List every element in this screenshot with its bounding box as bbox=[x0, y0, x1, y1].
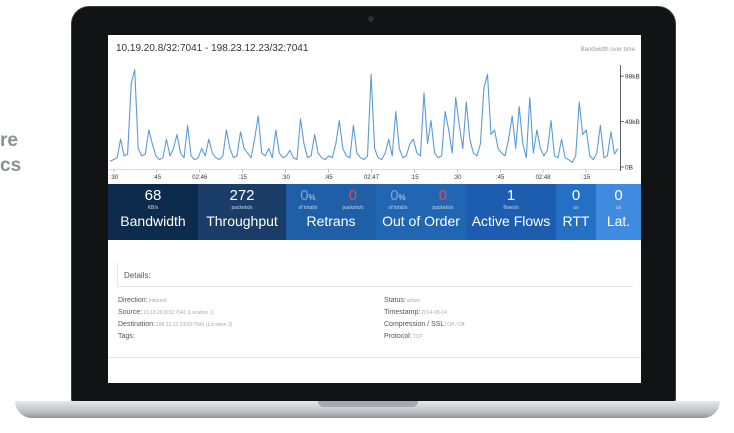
metric-throughput[interactable]: 272 packets/s Throughput bbox=[198, 184, 286, 240]
bandwidth-chart-svg: 98kB 49kB 0B :30 :45 02:46 :15 :30 :45 02:47 :15 :3… bbox=[108, 65, 640, 181]
out-of-order-percent: 0% of total/s bbox=[388, 188, 407, 212]
bandwidth-unit: KB/s bbox=[147, 205, 159, 211]
retrans-label: Retrans bbox=[306, 213, 356, 229]
bandwidth-series-line bbox=[109, 69, 619, 163]
x-tick-label: :45 bbox=[324, 175, 333, 181]
y-tick-label: 0B bbox=[625, 165, 633, 172]
laptop-screen: 10.19.20.8/32:7041 - 198.23.12.23/32:704… bbox=[108, 35, 641, 383]
throughput-unit: packets/s bbox=[231, 205, 253, 211]
direction-label: Direction: bbox=[118, 297, 148, 304]
out-of-order-packets-unit: packets/s bbox=[432, 205, 454, 211]
direction-value: Inbound bbox=[148, 298, 167, 304]
x-tick-label: :30 bbox=[453, 175, 462, 181]
retrans-packets-value: 0 bbox=[348, 187, 358, 204]
source-label: Source: bbox=[118, 309, 143, 316]
retrans-percent-value: 0 bbox=[300, 187, 309, 204]
retrans-packets-unit: packets/s bbox=[342, 205, 364, 211]
metrics-strip: 68 KB/s Bandwidth 272 packets/s Throughp… bbox=[108, 184, 641, 240]
metric-retrans[interactable]: 0% of total/s 0 packets/s Retrans bbox=[286, 184, 376, 240]
protocol-row: Protocol:TCP bbox=[384, 333, 423, 340]
source-value: 10.19.20.8/32:7041 (Location 1) bbox=[143, 310, 215, 316]
out-of-order-percent-symbol: % bbox=[398, 193, 406, 202]
compression-label: Compression / SSL: bbox=[384, 321, 447, 328]
latency-unit: us bbox=[615, 205, 622, 211]
x-tick-label: :30 bbox=[281, 175, 290, 181]
metric-bandwidth[interactable]: 68 KB/s Bandwidth bbox=[108, 184, 198, 240]
x-tick-label: 02:46 bbox=[192, 175, 208, 181]
laptop-lid: 10.19.20.8/32:7041 - 198.23.12.23/32:704… bbox=[71, 6, 676, 403]
bandwidth-chart[interactable]: 98kB 49kB 0B :30 :45 02:46 :15 :30 :45 02:47 :15 :3… bbox=[108, 55, 641, 183]
destination-value: 198.23.12.23/32:7041 (Location 2) bbox=[155, 322, 233, 328]
latency-label: Lat. bbox=[606, 213, 631, 229]
x-tick-label: :15 bbox=[410, 175, 419, 181]
protocol-value: TCP bbox=[412, 334, 423, 340]
background-heading-line-2: cs bbox=[0, 155, 22, 176]
timestamp-value: 2014-08-14 bbox=[421, 310, 447, 316]
out-of-order-values: 0% of total/s 0 packets/s bbox=[376, 184, 466, 212]
details-title: Details: bbox=[124, 271, 151, 280]
metric-out-of-order[interactable]: 0% of total/s 0 packets/s Out of Order bbox=[376, 184, 466, 240]
camera-icon bbox=[368, 16, 374, 22]
status-row: Status:active bbox=[384, 297, 420, 304]
chart-caption: Bandwidth over time bbox=[580, 47, 635, 53]
background-heading-line-1: re bbox=[0, 130, 18, 151]
x-tick-label: 02:48 bbox=[536, 175, 552, 181]
bandwidth-label: Bandwidth bbox=[120, 213, 186, 229]
out-of-order-percent-value: 0 bbox=[390, 187, 399, 204]
compression-row: Compression / SSL:Off / Off bbox=[384, 321, 465, 328]
throughput-value: 272 bbox=[229, 187, 255, 204]
retrans-packets: 0 packets/s bbox=[342, 188, 363, 212]
retrans-percent-symbol: % bbox=[308, 193, 316, 202]
latency-value: 0 bbox=[614, 187, 623, 204]
timestamp-label: Timestamp: bbox=[384, 309, 421, 316]
tags-label: Tags: bbox=[118, 333, 135, 340]
rtt-unit: us bbox=[573, 205, 579, 211]
bandwidth-value: 68 bbox=[144, 187, 162, 204]
metric-latency[interactable]: 0 us Lat. bbox=[596, 184, 641, 240]
active-flows-value: 1 bbox=[506, 187, 516, 204]
status-label: Status: bbox=[384, 297, 406, 304]
active-flows-unit: flows/s bbox=[503, 205, 519, 211]
laptop-base-notch bbox=[318, 401, 418, 407]
status-value: active bbox=[406, 298, 420, 304]
out-of-order-packets-value: 0 bbox=[438, 187, 448, 204]
background-heading: re cs bbox=[0, 128, 21, 178]
x-tick-label: :45 bbox=[496, 175, 505, 181]
tags-row: Tags: bbox=[118, 333, 135, 340]
x-tick-label: 02:47 bbox=[364, 175, 380, 181]
metric-rtt[interactable]: 0 us RTT bbox=[556, 184, 596, 240]
active-flows-label: Active Flows bbox=[471, 213, 551, 229]
laptop-base bbox=[15, 401, 720, 418]
out-of-order-label: Out of Order bbox=[382, 213, 460, 229]
footer-divider bbox=[108, 357, 641, 358]
x-tick-label: :45 bbox=[153, 175, 162, 181]
direction-row: Direction:Inbound bbox=[118, 297, 167, 304]
connection-title: 10.19.20.8/32:7041 - 198.23.12.23/32:704… bbox=[116, 43, 309, 54]
destination-label: Destination: bbox=[118, 321, 155, 328]
metric-active-flows[interactable]: 1 flows/s Active Flows bbox=[466, 184, 556, 240]
retrans-values: 0% of total/s 0 packets/s bbox=[286, 184, 376, 212]
y-tick-label: 49kB bbox=[625, 119, 640, 126]
x-tick-label: :15 bbox=[239, 175, 248, 181]
out-of-order-packets: 0 packets/s bbox=[432, 188, 453, 212]
rtt-value: 0 bbox=[571, 187, 581, 204]
timestamp-row: Timestamp:2014-08-14 bbox=[384, 309, 447, 316]
destination-row: Destination:198.23.12.23/32:7041 (Locati… bbox=[118, 321, 232, 328]
retrans-percent-unit: of total/s bbox=[298, 205, 318, 211]
throughput-label: Throughput bbox=[206, 213, 278, 229]
retrans-percent: 0% of total/s bbox=[298, 188, 317, 212]
x-tick-label: :30 bbox=[110, 175, 119, 181]
rtt-label: RTT bbox=[562, 213, 590, 229]
details-header: Details: bbox=[117, 263, 633, 287]
compression-value: Off / Off bbox=[447, 322, 465, 328]
protocol-label: Protocol: bbox=[384, 333, 412, 340]
out-of-order-percent-unit: of total/s bbox=[388, 205, 408, 211]
source-row: Source:10.19.20.8/32:7041 (Location 1) bbox=[118, 309, 214, 316]
y-tick-label: 98kB bbox=[625, 74, 640, 81]
x-tick-label: :15 bbox=[582, 175, 591, 181]
